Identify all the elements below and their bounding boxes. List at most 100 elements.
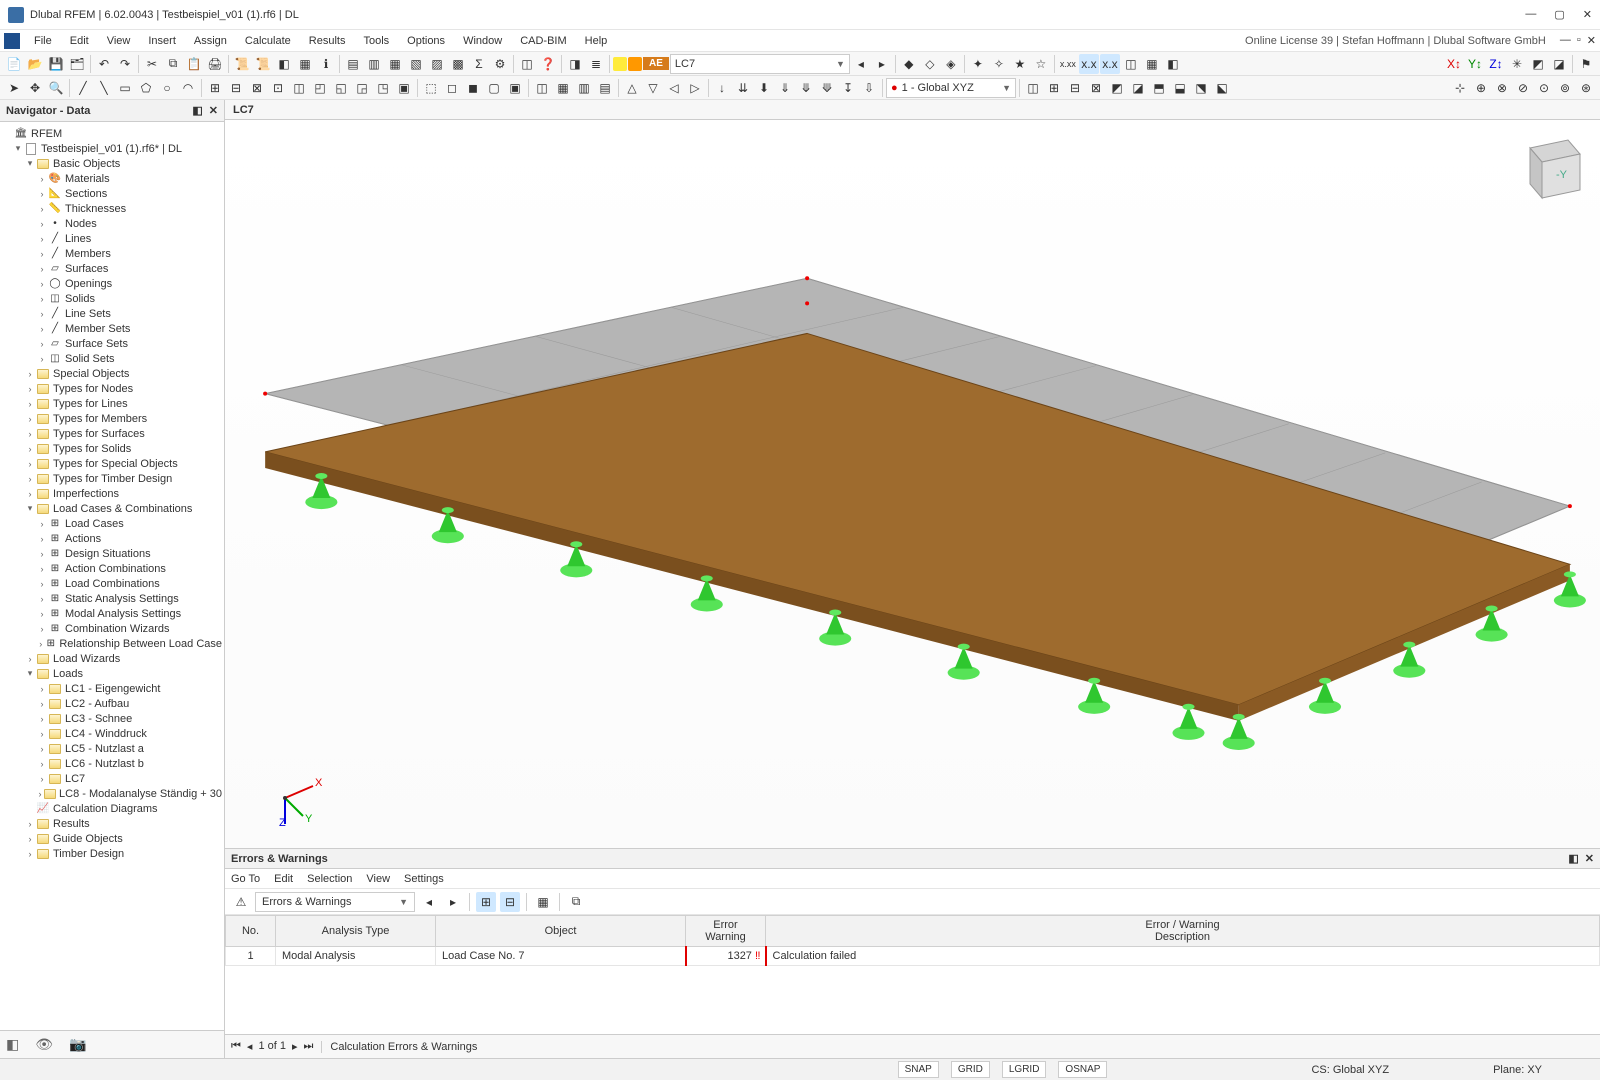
ld6-icon[interactable]: ⟱	[817, 78, 837, 98]
tree-lcc-5[interactable]: ›⊞Static Analysis Settings	[0, 591, 224, 606]
layer-icon[interactable]: ≣	[586, 54, 606, 74]
r3-icon[interactable]: ◈	[941, 54, 961, 74]
snap7-icon[interactable]: ⊛	[1576, 78, 1596, 98]
s9-icon[interactable]: ▤	[595, 78, 615, 98]
err-tool4-icon[interactable]: ⧉	[566, 892, 586, 912]
star3-icon[interactable]: ★	[1010, 54, 1030, 74]
tree-basic-1[interactable]: ›📐Sections	[0, 186, 224, 201]
tree-lcc[interactable]: ▾Load Cases & Combinations	[0, 501, 224, 516]
calc2-icon[interactable]: ⚙	[490, 54, 510, 74]
err-prev-icon[interactable]: ◂	[419, 892, 439, 912]
tree-basic-0[interactable]: ›🎨Materials	[0, 171, 224, 186]
m10-icon[interactable]: ▣	[394, 78, 414, 98]
m6-icon[interactable]: ◰	[310, 78, 330, 98]
tree-load-5[interactable]: ›LC6 - Nutzlast b	[0, 756, 224, 771]
table3-icon[interactable]: ▦	[385, 54, 405, 74]
star4-icon[interactable]: ☆	[1031, 54, 1051, 74]
next-page-icon[interactable]: ▸	[292, 1040, 298, 1053]
tree-loads[interactable]: ▾Loads	[0, 666, 224, 681]
help-icon[interactable]: ❓	[538, 54, 558, 74]
tree-results[interactable]: ›Results	[0, 816, 224, 831]
nav-tab2-icon[interactable]: 👁	[35, 1036, 53, 1053]
navigator-tree[interactable]: 🏛RFEM▾Testbeispiel_v01 (1).rf6* | DL▾Bas…	[0, 122, 224, 1030]
prev-lc-icon[interactable]: ◂	[851, 54, 871, 74]
ld4-icon[interactable]: ⇓	[775, 78, 795, 98]
tree-lcc-0[interactable]: ›⊞Load Cases	[0, 516, 224, 531]
tree-load-7[interactable]: ›LC8 - Modalanalyse Ständig + 30	[0, 786, 224, 801]
table2-icon[interactable]: ▥	[364, 54, 384, 74]
s4-icon[interactable]: ▢	[484, 78, 504, 98]
tree-lcc-6[interactable]: ›⊞Modal Analysis Settings	[0, 606, 224, 621]
tree-folder-8[interactable]: ›Imperfections	[0, 486, 224, 501]
menu-file[interactable]: File	[26, 33, 60, 49]
menu-edit[interactable]: Edit	[62, 33, 97, 49]
paste-icon[interactable]: 📋	[184, 54, 204, 74]
tree-load-1[interactable]: ›LC2 - Aufbau	[0, 696, 224, 711]
s8-icon[interactable]: ▥	[574, 78, 594, 98]
snap5-icon[interactable]: ⊙	[1534, 78, 1554, 98]
cut-icon[interactable]: ✂	[142, 54, 162, 74]
saveas-icon[interactable]: 🗂	[67, 54, 87, 74]
mdi-close-button[interactable]: ✕	[1587, 34, 1596, 47]
line2-icon[interactable]: ╲	[94, 78, 114, 98]
maximize-button[interactable]: ▢	[1554, 8, 1564, 21]
flag-icon[interactable]: ⚑	[1576, 54, 1596, 74]
tree-lcc-1[interactable]: ›⊞Actions	[0, 531, 224, 546]
zoom-icon[interactable]: 🔍	[46, 78, 66, 98]
menu-results[interactable]: Results	[301, 33, 354, 49]
tree-folder-5[interactable]: ›Types for Solids	[0, 441, 224, 456]
m2-icon[interactable]: ⊟	[226, 78, 246, 98]
v1-icon[interactable]: ◫	[1023, 78, 1043, 98]
ld1-icon[interactable]: ↓	[712, 78, 732, 98]
tree-folder-3[interactable]: ›Types for Members	[0, 411, 224, 426]
color1-icon[interactable]	[613, 57, 627, 71]
v5-icon[interactable]: ◩	[1107, 78, 1127, 98]
3d-canvas[interactable]: X Y Z -Y	[225, 120, 1600, 848]
axis-y-icon[interactable]: Y↕	[1465, 54, 1485, 74]
m7-icon[interactable]: ◱	[331, 78, 351, 98]
undo-icon[interactable]: ↶	[94, 54, 114, 74]
tree-lcc-4[interactable]: ›⊞Load Combinations	[0, 576, 224, 591]
tree-folder-6[interactable]: ›Types for Special Objects	[0, 456, 224, 471]
sup2-icon[interactable]: ▽	[643, 78, 663, 98]
menu-window[interactable]: Window	[455, 33, 510, 49]
ld8-icon[interactable]: ⇩	[859, 78, 879, 98]
tree-basic-3[interactable]: ›•Nodes	[0, 216, 224, 231]
axis-xyz-icon[interactable]: ✳	[1507, 54, 1527, 74]
menu-help[interactable]: Help	[577, 33, 616, 49]
menu-tools[interactable]: Tools	[355, 33, 397, 49]
nav-tab3-icon[interactable]: 📷	[69, 1036, 86, 1053]
sup4-icon[interactable]: ▷	[685, 78, 705, 98]
v4-icon[interactable]: ⊠	[1086, 78, 1106, 98]
close-panel-icon[interactable]: ✕	[209, 104, 218, 117]
sup3-icon[interactable]: ◁	[664, 78, 684, 98]
snap6-icon[interactable]: ⊚	[1555, 78, 1575, 98]
undock-icon[interactable]: ◧	[1568, 852, 1578, 865]
tree-folder-4[interactable]: ›Types for Surfaces	[0, 426, 224, 441]
err-tool1-icon[interactable]: ⊞	[476, 892, 496, 912]
tree-basic-8[interactable]: ›◫Solids	[0, 291, 224, 306]
arrow-icon[interactable]: ➤	[4, 78, 24, 98]
calc-icon[interactable]: ▦	[295, 54, 315, 74]
tree-lcc-2[interactable]: ›⊞Design Situations	[0, 546, 224, 561]
tree-basic-5[interactable]: ›╱Members	[0, 246, 224, 261]
errors-table[interactable]: No. Analysis Type Object Error Warning E…	[225, 915, 1600, 1034]
tree-load-6[interactable]: ›LC7	[0, 771, 224, 786]
axis-iso-icon[interactable]: ◩	[1528, 54, 1548, 74]
script2-icon[interactable]: 📜	[253, 54, 273, 74]
axis-x-icon[interactable]: X↕	[1444, 54, 1464, 74]
table6-icon[interactable]: ▩	[448, 54, 468, 74]
menu-cadbim[interactable]: CAD-BIM	[512, 33, 574, 49]
err-tool3-icon[interactable]: ▦	[533, 892, 553, 912]
col-no[interactable]: No.	[226, 916, 276, 947]
s6-icon[interactable]: ◫	[532, 78, 552, 98]
err-icon[interactable]: ⚠	[231, 892, 251, 912]
m3-icon[interactable]: ⊠	[247, 78, 267, 98]
menu-options[interactable]: Options	[399, 33, 453, 49]
v2-icon[interactable]: ⊞	[1044, 78, 1064, 98]
grid-toggle[interactable]: GRID	[951, 1061, 990, 1078]
s5-icon[interactable]: ▣	[505, 78, 525, 98]
ld5-icon[interactable]: ⤋	[796, 78, 816, 98]
lbl2-icon[interactable]: x.x	[1079, 54, 1099, 74]
tree-load-wizards[interactable]: ›Load Wizards	[0, 651, 224, 666]
